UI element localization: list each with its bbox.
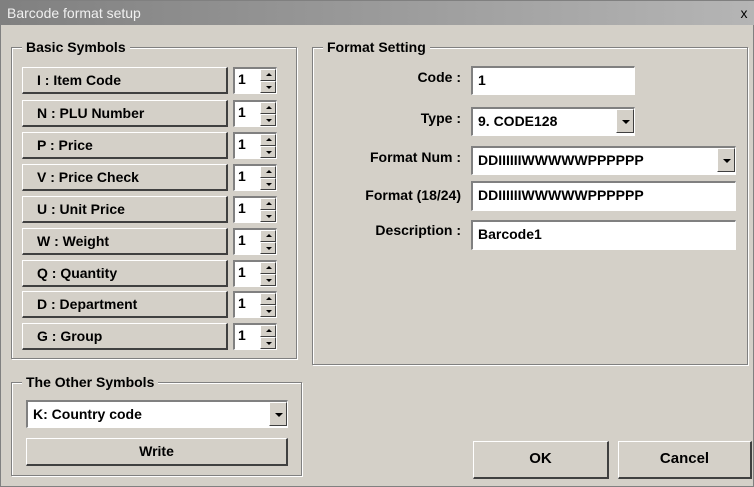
price-check-button[interactable]: V : Price Check — [22, 164, 228, 191]
department-button[interactable]: D : Department — [22, 291, 228, 318]
type-label: Type : — [420, 110, 461, 126]
item-code-count[interactable]: 1 — [238, 71, 246, 87]
unit-price-count[interactable]: 1 — [238, 200, 246, 216]
format-num-label: Format Num : — [370, 149, 461, 165]
spin-down-icon[interactable] — [260, 114, 276, 126]
weight-spinner[interactable]: 1 — [233, 228, 277, 255]
department-count[interactable]: 1 — [238, 295, 246, 311]
spin-down-icon[interactable] — [260, 210, 276, 222]
type-value: 9. CODE128 — [478, 113, 558, 129]
chevron-down-icon[interactable] — [717, 148, 735, 172]
format-setting-label: Format Setting — [323, 38, 430, 56]
quantity-spinner[interactable]: 1 — [233, 260, 277, 287]
department-spinner[interactable]: 1 — [233, 291, 277, 318]
price-spinner[interactable]: 1 — [233, 132, 277, 159]
basic-symbols-group: Basic Symbols I : Item Code 1 N : PLU Nu… — [11, 38, 297, 359]
format-num-select[interactable]: DDIIIIIIWWWWWPPPPPP — [471, 146, 736, 175]
chevron-down-icon[interactable] — [269, 402, 287, 426]
quantity-button[interactable]: Q : Quantity — [22, 260, 228, 287]
spin-down-icon[interactable] — [260, 274, 276, 286]
barcode-format-dialog: Barcode format setup x Basic Symbols I :… — [0, 0, 754, 487]
spin-up-icon[interactable] — [260, 262, 276, 274]
weight-button[interactable]: W : Weight — [22, 228, 228, 255]
spin-down-icon[interactable] — [260, 81, 276, 93]
other-symbols-select[interactable]: K: Country code — [26, 400, 288, 428]
unit-price-button[interactable]: U : Unit Price — [22, 196, 228, 223]
type-select[interactable]: 9. CODE128 — [471, 107, 635, 136]
spin-down-icon[interactable] — [260, 178, 276, 190]
format-input[interactable]: DDIIIIIIWWWWWPPPPPP — [471, 181, 736, 211]
price-check-spinner[interactable]: 1 — [233, 164, 277, 191]
basic-symbols-label: Basic Symbols — [22, 38, 130, 56]
code-input[interactable]: 1 — [471, 66, 635, 95]
spin-up-icon[interactable] — [260, 134, 276, 146]
unit-price-spinner[interactable]: 1 — [233, 196, 277, 223]
description-input[interactable]: Barcode1 — [471, 220, 736, 250]
price-check-count[interactable]: 1 — [238, 168, 246, 184]
weight-count[interactable]: 1 — [238, 232, 246, 248]
window-title: Barcode format setup — [7, 5, 141, 21]
spin-up-icon[interactable] — [260, 198, 276, 210]
format-num-value: DDIIIIIIWWWWWPPPPPP — [478, 152, 644, 168]
price-button[interactable]: P : Price — [22, 132, 228, 159]
spin-up-icon[interactable] — [260, 325, 276, 337]
item-code-spinner[interactable]: 1 — [233, 67, 277, 94]
group-spinner[interactable]: 1 — [233, 323, 277, 350]
spin-up-icon[interactable] — [260, 230, 276, 242]
plu-number-count[interactable]: 1 — [238, 104, 246, 120]
plu-number-spinner[interactable]: 1 — [233, 100, 277, 127]
spin-down-icon[interactable] — [260, 337, 276, 349]
spin-up-icon[interactable] — [260, 102, 276, 114]
spin-up-icon[interactable] — [260, 293, 276, 305]
chevron-down-icon[interactable] — [616, 109, 634, 133]
plu-number-button[interactable]: N : PLU Number — [22, 100, 228, 127]
quantity-count[interactable]: 1 — [238, 264, 246, 280]
spin-down-icon[interactable] — [260, 242, 276, 254]
ok-button[interactable]: OK — [473, 441, 609, 479]
close-icon[interactable]: x — [735, 4, 753, 22]
spin-down-icon[interactable] — [260, 146, 276, 158]
group-count[interactable]: 1 — [238, 327, 246, 343]
spin-down-icon[interactable] — [260, 305, 276, 317]
format-label: Format (18/24) — [365, 187, 461, 203]
spin-up-icon[interactable] — [260, 166, 276, 178]
other-symbols-label: The Other Symbols — [22, 373, 159, 391]
code-label: Code : — [417, 69, 461, 85]
cancel-button[interactable]: Cancel — [618, 441, 752, 479]
price-count[interactable]: 1 — [238, 136, 246, 152]
group-button[interactable]: G : Group — [22, 323, 228, 350]
write-button[interactable]: Write — [26, 438, 288, 466]
format-setting-group: Format Setting Code : 1 Type : 9. CODE12… — [312, 38, 748, 365]
description-label: Description : — [375, 222, 461, 238]
title-bar[interactable]: Barcode format setup x — [1, 1, 754, 25]
spin-up-icon[interactable] — [260, 69, 276, 81]
other-symbols-value: K: Country code — [33, 406, 142, 422]
other-symbols-group: The Other Symbols K: Country code Write — [11, 373, 302, 476]
item-code-button[interactable]: I : Item Code — [22, 67, 228, 94]
